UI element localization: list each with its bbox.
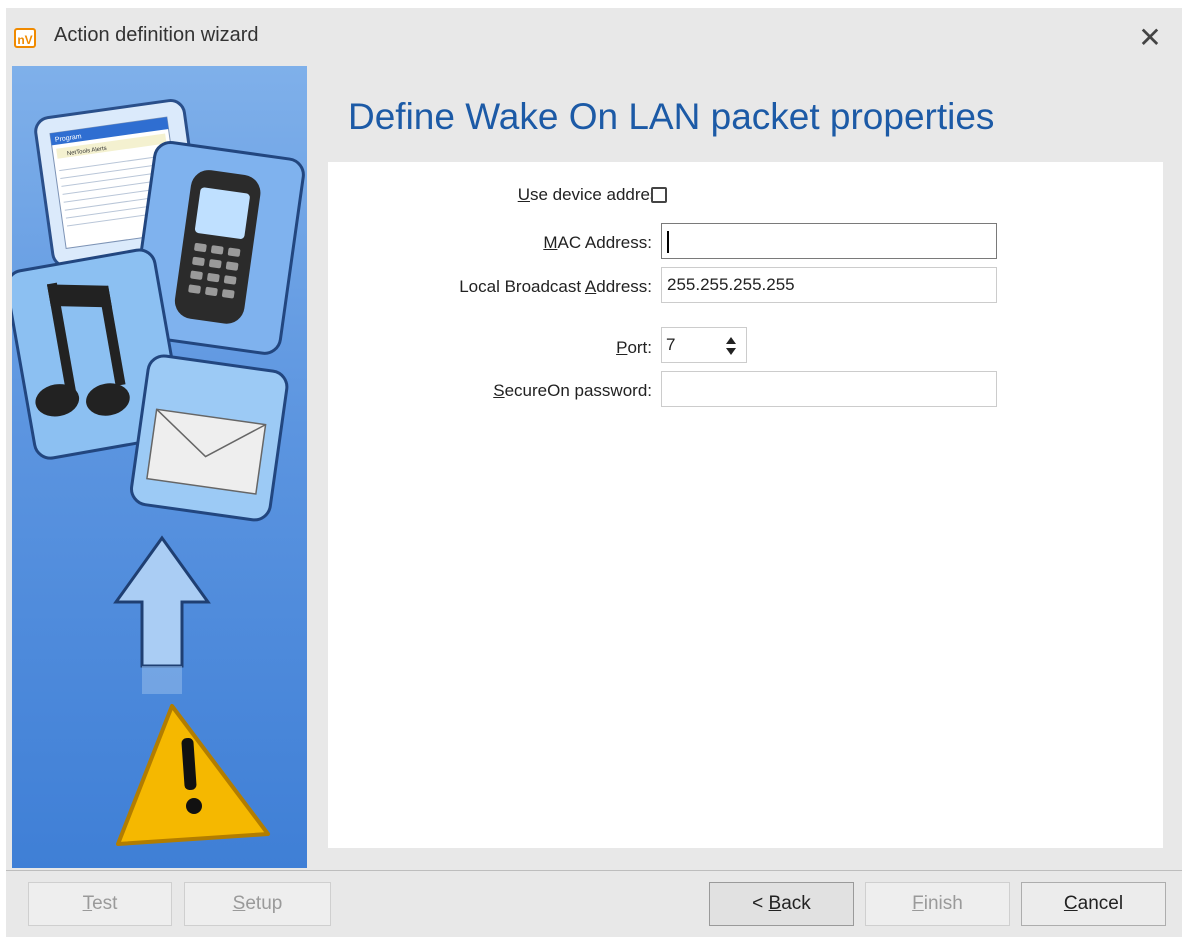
spin-up-icon[interactable] [726,337,736,344]
warning-icon [116,704,270,846]
title-bar: nV Action definition wizard ✕ [6,8,1182,66]
port-spinbox[interactable]: 7 [661,327,747,363]
wizard-sidebar-banner: Program NetTools Alerts [12,66,307,868]
envelope-card [130,354,289,522]
broadcast-address-input[interactable]: 255.255.255.255 [661,267,997,303]
broadcast-address-label: Local Broadcast Address: [459,277,652,296]
secureon-password-input[interactable] [661,371,997,407]
back-button[interactable]: < Back [709,882,854,926]
spin-down-icon[interactable] [726,348,736,355]
form-panel: Use device address MAC Address: Local Br… [328,162,1163,848]
mac-address-input[interactable] [661,223,997,259]
cancel-button[interactable]: Cancel [1021,882,1166,926]
app-icon: nV [14,28,36,48]
action-definition-wizard-window: nV Action definition wizard ✕ Program Ne… [6,8,1182,937]
secureon-password-label: SecureOn password: [493,381,652,400]
port-value[interactable]: 7 [666,335,675,355]
finish-button[interactable]: Finish [865,882,1010,926]
use-device-address-checkbox[interactable] [651,187,667,203]
button-bar-separator [6,870,1182,871]
wizard-content: Define Wake On LAN packet properties Use… [307,66,1182,868]
use-device-address-label[interactable]: Use device address [518,185,667,205]
text-caret [667,231,669,253]
setup-button[interactable]: Setup [184,882,331,926]
up-arrow-icon [113,535,211,694]
test-button[interactable]: Test [28,882,172,926]
window-title: Action definition wizard [54,24,259,46]
port-label: Port: [616,338,652,357]
close-button[interactable]: ✕ [1132,20,1168,56]
close-icon: ✕ [1138,22,1162,53]
page-title: Define Wake On LAN packet properties [348,96,995,137]
sidebar-illustration: Program NetTools Alerts [12,99,305,846]
mac-address-label: MAC Address: [543,233,652,252]
